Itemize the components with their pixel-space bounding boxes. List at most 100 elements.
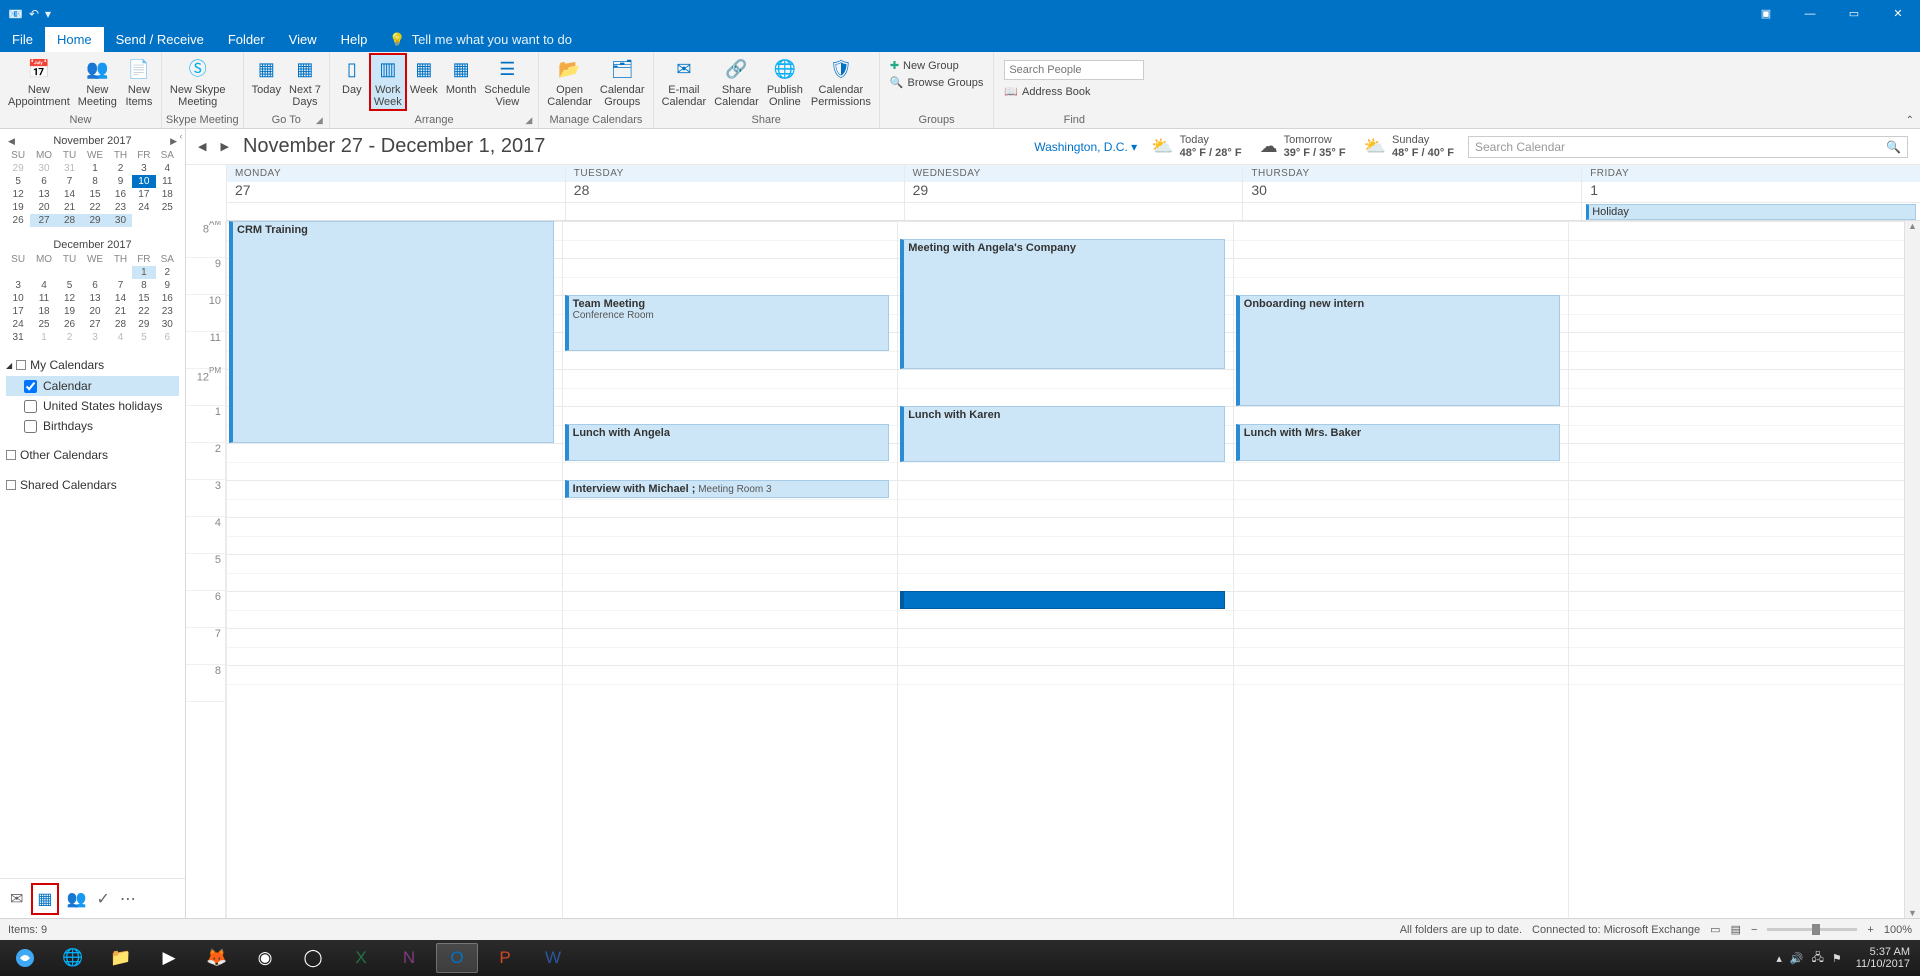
popup-icon[interactable]: ▣ bbox=[1744, 0, 1788, 27]
tell-me[interactable]: 💡 Tell me what you want to do bbox=[389, 32, 572, 48]
calendar-nav-icon[interactable]: ▦ bbox=[33, 885, 56, 913]
next7days-button[interactable]: ▦Next 7Days bbox=[285, 54, 325, 110]
collapse-ribbon-icon[interactable]: ⌃ bbox=[1906, 115, 1914, 126]
week-view-button[interactable]: ▦Week bbox=[406, 54, 442, 98]
day-header[interactable]: MONDAY27 bbox=[226, 165, 565, 203]
day-header[interactable]: FRIDAY1 bbox=[1581, 165, 1920, 203]
close-button[interactable]: ✕ bbox=[1876, 0, 1920, 27]
calendar-grid[interactable]: CRM TrainingTeam MeetingConference RoomL… bbox=[226, 221, 1904, 918]
tab-send-receive[interactable]: Send / Receive bbox=[104, 27, 216, 52]
arrange-launcher-icon[interactable]: ◢ bbox=[525, 115, 532, 126]
calendar-event[interactable]: CRM Training bbox=[229, 221, 554, 443]
onenote-icon[interactable]: N bbox=[388, 943, 430, 973]
search-icon[interactable]: 🔍 bbox=[1886, 140, 1901, 154]
other-calendars-group[interactable]: Other Calendars bbox=[6, 444, 179, 466]
chrome-icon[interactable]: ◉ bbox=[244, 943, 286, 973]
tab-help[interactable]: Help bbox=[329, 27, 380, 52]
month-view-button[interactable]: ▦Month bbox=[442, 54, 481, 98]
calendar-event[interactable]: Lunch with Angela bbox=[565, 424, 890, 461]
work-week-view-button[interactable]: ▥WorkWeek bbox=[370, 54, 406, 110]
calendar-permissions-button[interactable]: 🛡CalendarPermissions bbox=[807, 54, 875, 110]
people-nav-icon[interactable]: 👥 bbox=[67, 889, 87, 909]
view-reading-icon[interactable]: ▤ bbox=[1731, 923, 1741, 936]
new-group-button[interactable]: ✚New Group bbox=[890, 58, 959, 73]
firefox-icon[interactable]: 🦊 bbox=[196, 943, 238, 973]
calendar-item[interactable]: Calendar bbox=[6, 376, 179, 396]
birthdays-item[interactable]: Birthdays bbox=[6, 416, 179, 436]
calendar-event[interactable]: Lunch with Karen bbox=[900, 406, 1225, 462]
new-appointment-button[interactable]: 📅NewAppointment bbox=[4, 54, 74, 110]
calendar-checkbox[interactable] bbox=[24, 380, 37, 393]
calendar-checkbox[interactable] bbox=[24, 420, 37, 433]
zoom-out-icon[interactable]: − bbox=[1751, 924, 1757, 936]
mini-cal-table[interactable]: SUMOTUWETHFRSA29303112345678910111213141… bbox=[6, 149, 179, 227]
mail-nav-icon[interactable]: ✉ bbox=[10, 889, 23, 909]
shared-calendars-group[interactable]: Shared Calendars bbox=[6, 474, 179, 496]
calendar-event[interactable]: Meeting with Angela's Company bbox=[900, 239, 1225, 369]
search-people-input[interactable] bbox=[1004, 60, 1144, 80]
browse-groups-button[interactable]: 🔍Browse Groups bbox=[890, 75, 984, 90]
volume-icon[interactable]: 🔊 bbox=[1790, 952, 1804, 965]
explorer-icon[interactable]: 📁 bbox=[100, 943, 142, 973]
prev-week-icon[interactable]: ◀ bbox=[198, 140, 206, 153]
day-column[interactable] bbox=[1568, 221, 1904, 918]
tray-chevron-icon[interactable]: ▴ bbox=[1776, 952, 1782, 965]
day-column[interactable]: Team MeetingConference Room Lunch with An… bbox=[562, 221, 898, 918]
search-calendar-input[interactable]: Search Calendar 🔍 bbox=[1468, 136, 1908, 158]
us-holidays-item[interactable]: United States holidays bbox=[6, 396, 179, 416]
clock[interactable]: 5:37 AM 11/10/2017 bbox=[1850, 946, 1916, 970]
calendar-event[interactable]: Interview with Michael ; Meeting Room 3 bbox=[565, 480, 890, 498]
undo-icon[interactable]: ↶ bbox=[29, 7, 39, 21]
calendar-event[interactable]: Team MeetingConference Room bbox=[565, 295, 890, 351]
skype-meeting-button[interactable]: ⓈNew SkypeMeeting bbox=[166, 54, 230, 110]
view-normal-icon[interactable]: ▭ bbox=[1710, 923, 1720, 936]
address-book-button[interactable]: 📖Address Book bbox=[1004, 84, 1090, 99]
email-calendar-button[interactable]: ✉E-mailCalendar bbox=[658, 54, 711, 110]
prev-month-icon[interactable]: ◀ bbox=[8, 136, 15, 147]
calendar-event[interactable]: Onboarding new intern bbox=[1236, 295, 1561, 406]
day-header[interactable]: THURSDAY30 bbox=[1242, 165, 1581, 203]
day-view-button[interactable]: ▯Day bbox=[334, 54, 370, 98]
new-meeting-button[interactable]: 👥NewMeeting bbox=[74, 54, 121, 110]
day-column[interactable]: Meeting with Angela's Company Lunch with … bbox=[897, 221, 1233, 918]
my-calendars-group[interactable]: ◢My Calendars bbox=[6, 354, 179, 376]
qat-customize-icon[interactable]: ▾ bbox=[45, 7, 51, 21]
day-header[interactable]: WEDNESDAY29 bbox=[904, 165, 1243, 203]
tasks-nav-icon[interactable]: ✓ bbox=[96, 889, 109, 909]
network-icon[interactable]: 🖧 bbox=[1812, 949, 1824, 968]
day-header[interactable]: TUESDAY28 bbox=[565, 165, 904, 203]
powerpoint-icon[interactable]: P bbox=[484, 943, 526, 973]
day-column[interactable]: Onboarding new internLunch with Mrs. Bak… bbox=[1233, 221, 1569, 918]
day-column[interactable]: CRM Training bbox=[226, 221, 562, 918]
allday-row[interactable]: Holiday bbox=[226, 203, 1920, 221]
new-items-button[interactable]: 📄NewItems bbox=[121, 54, 157, 110]
weather-location[interactable]: Washington, D.C. ▾ bbox=[1034, 140, 1137, 154]
vertical-scrollbar[interactable]: ▲▼ bbox=[1904, 221, 1920, 918]
open-calendar-button[interactable]: 📂OpenCalendar bbox=[543, 54, 596, 110]
flag-icon[interactable]: ⚑ bbox=[1832, 952, 1842, 965]
minimize-button[interactable]: — bbox=[1788, 0, 1832, 27]
calendar-checkbox[interactable] bbox=[24, 400, 37, 413]
zoom-in-icon[interactable]: + bbox=[1867, 924, 1873, 936]
tab-home[interactable]: Home bbox=[45, 27, 104, 52]
next-month-icon[interactable]: ▶ bbox=[170, 136, 177, 147]
publish-online-button[interactable]: 🌐PublishOnline bbox=[763, 54, 807, 110]
allday-event[interactable]: Holiday bbox=[1586, 204, 1916, 220]
schedule-view-button[interactable]: ☰ScheduleView bbox=[480, 54, 534, 110]
cortana-icon[interactable]: ◯ bbox=[292, 943, 334, 973]
tab-file[interactable]: File bbox=[0, 27, 45, 52]
media-player-icon[interactable]: ▶ bbox=[148, 943, 190, 973]
today-button[interactable]: ▦Today bbox=[248, 54, 285, 98]
goto-launcher-icon[interactable]: ◢ bbox=[316, 115, 323, 126]
maximize-button[interactable]: ▭ bbox=[1832, 0, 1876, 27]
outlook-icon[interactable]: O bbox=[436, 943, 478, 973]
share-calendar-button[interactable]: 🔗ShareCalendar bbox=[710, 54, 763, 110]
mini-cal-table[interactable]: SUMOTUWETHFRSA12345678910111213141516171… bbox=[6, 253, 179, 344]
zoom-slider[interactable] bbox=[1767, 928, 1857, 931]
word-icon[interactable]: W bbox=[532, 943, 574, 973]
more-nav-icon[interactable]: ⋯ bbox=[120, 889, 136, 909]
calendar-groups-button[interactable]: 🗂CalendarGroups bbox=[596, 54, 649, 110]
tab-view[interactable]: View bbox=[277, 27, 329, 52]
start-button[interactable] bbox=[4, 943, 46, 973]
tab-folder[interactable]: Folder bbox=[216, 27, 277, 52]
